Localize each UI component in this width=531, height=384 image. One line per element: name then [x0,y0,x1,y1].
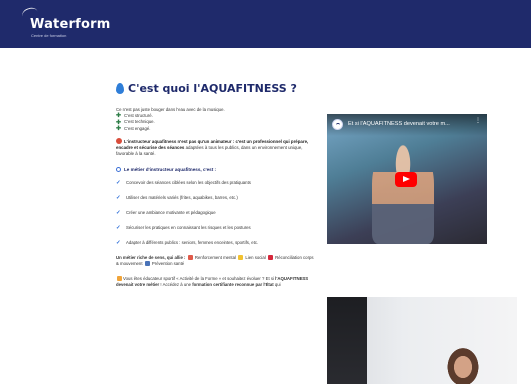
cta-text: qui [273,282,281,288]
job-list: ✓ Concevoir des séances ciblées selon les… [116,180,316,246]
green-cross-icon: ✚ [116,125,122,132]
video-thumbnail [372,144,434,244]
job-heading: Le métier d'instructeur aquafitness, c'e… [116,166,316,172]
cta-text: Vous êtes éducateur sportif « Activité d… [123,276,276,282]
more-options-icon[interactable]: ⋮ [475,118,481,124]
check-icon: ✓ [116,179,121,186]
water-drop-icon [116,83,124,94]
list-item: ✓ Concevoir des séances ciblées selon les… [116,180,316,186]
target-icon [187,254,193,260]
green-cross-icon: ✚ [116,119,122,126]
cta-text: ! Accédez à une [159,282,193,288]
values-lead: Un métier riche de sens, qui allie : [116,254,186,260]
list-item: ✓ Adapter à différents publics : seniors,… [116,240,316,246]
values-item: Renforcement mental [193,254,236,260]
cta-paragraph: Vous êtes éducateur sportif « Activité d… [116,276,316,288]
pointing-hand-icon [117,276,122,282]
list-item: ✓ Utiliser des matériels variés (frites, … [116,195,316,201]
video-title[interactable]: Et si l'AQUAFITNESS devenait votre m... [348,121,466,127]
youtube-video-embed[interactable]: Et si l'AQUAFITNESS devenait votre m... … [327,114,487,244]
intro-block: Ce n'est pas juste bouger dans l'eau ave… [116,107,316,132]
page-title: C'est quoi l'AQUAFITNESS ? [116,82,316,95]
values-item: Prévention santé [150,260,185,266]
heart-yellow-icon [238,254,244,260]
instructor-paragraph: L'instructeur aquafitness n'est pas qu'u… [116,137,316,158]
channel-avatar[interactable] [332,119,343,130]
logo-subtitle: Centre de formation [31,33,67,38]
green-cross-icon: ✚ [116,113,122,120]
main-content: C'est quoi l'AQUAFITNESS ? Ce n'est pas … [116,82,316,289]
list-item-text: Utiliser des matériels variés (frites, a… [126,194,238,200]
intro-item-label: C'est engagé. [124,125,151,131]
intro-item: ✚ C'est engagé. [116,126,316,132]
check-icon: ✓ [116,194,121,201]
site-header: Waterform Centre de formation [0,0,531,48]
photo-person [445,345,481,384]
page-title-text: C'est quoi l'AQUAFITNESS ? [128,82,297,95]
list-item: ✓ Sécuriser les pratiques en connaissant … [116,225,316,231]
values-item: Lien social [244,254,266,260]
target-icon [116,137,122,144]
list-item: ✓ Créer une ambiance motivante et pédagog… [116,210,316,216]
photo-background [327,297,367,384]
list-item-text: Concevoir des séances ciblées selon les … [126,179,251,185]
list-item-text: Créer une ambiance motivante et pédagogi… [126,209,216,215]
logo-link[interactable]: Waterform [30,17,110,32]
values-paragraph: Un métier riche de sens, qui allie : Ren… [116,254,316,267]
heart-red-icon [267,254,273,260]
check-icon: ✓ [116,224,121,231]
play-icon[interactable] [395,172,417,187]
magnifier-icon [116,166,121,172]
health-icon [144,260,150,266]
job-heading-text: Le métier d'instructeur aquafitness, c'e… [124,166,217,172]
check-icon: ✓ [116,209,121,216]
list-item-text: Adapter à différents publics : seniors, … [126,239,259,245]
check-icon: ✓ [116,239,121,246]
cta-bold: formation certifiante reconnue par l'Éta… [192,282,274,288]
instructor-photo [327,297,517,384]
list-item-text: Sécuriser les pratiques en connaissant l… [126,224,251,230]
